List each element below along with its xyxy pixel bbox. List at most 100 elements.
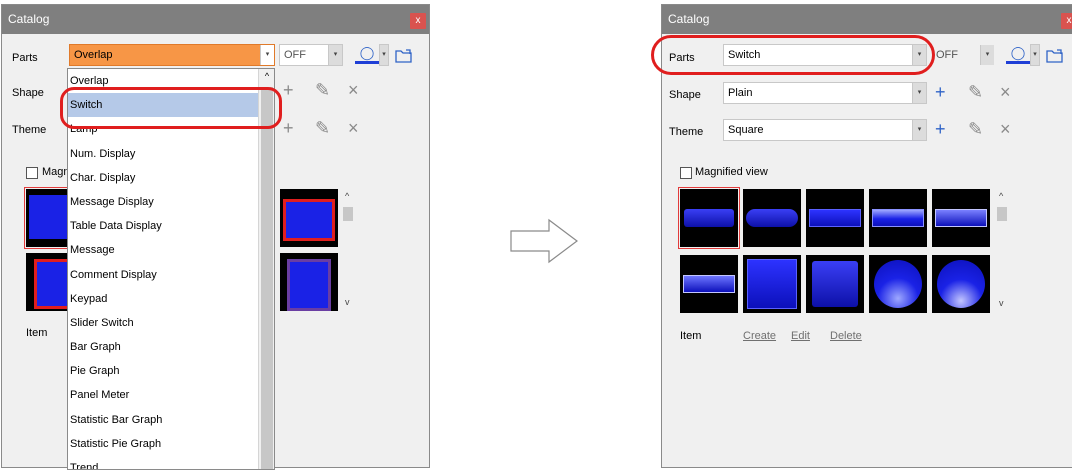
chevron-down-icon[interactable]: ▾ xyxy=(328,45,342,65)
switch-graphic xyxy=(937,260,985,308)
switch-thumb[interactable] xyxy=(680,255,738,313)
switch-thumb[interactable] xyxy=(932,255,990,313)
switch-thumb[interactable] xyxy=(806,255,864,313)
switch-thumb[interactable] xyxy=(678,187,740,249)
catalog-thumb[interactable] xyxy=(280,253,338,311)
dropdown-item[interactable]: Slider Switch xyxy=(68,311,274,335)
switch-graphic xyxy=(683,275,735,293)
dropdown-item[interactable]: Message xyxy=(68,238,274,262)
shape-label: Shape xyxy=(669,89,701,101)
thumbnail-scrollbar[interactable] xyxy=(343,207,353,221)
add-icon[interactable]: + xyxy=(283,81,294,99)
chevron-down-icon[interactable]: ▾ xyxy=(980,45,994,65)
switch-graphic xyxy=(809,209,861,227)
dropdown-item[interactable]: Bar Graph xyxy=(68,335,274,359)
scroll-down-icon[interactable]: v xyxy=(345,297,350,307)
edit-icon[interactable]: ✎ xyxy=(968,120,983,138)
parts-label: Parts xyxy=(12,52,38,64)
theme-combobox[interactable]: Square ▾ xyxy=(723,119,927,141)
thumb-graphic xyxy=(287,259,331,311)
shape-combobox-value: Plain xyxy=(728,87,753,99)
open-folder-icon[interactable] xyxy=(395,48,413,64)
theme-label: Theme xyxy=(669,126,704,138)
theme-combobox-value: Square xyxy=(728,124,764,136)
switch-graphic xyxy=(812,261,858,307)
shape-combobox[interactable]: Plain ▾ xyxy=(723,82,927,104)
state-combobox-value: OFF xyxy=(936,49,958,61)
close-button[interactable]: x xyxy=(1061,13,1072,29)
scroll-up-icon[interactable]: ^ xyxy=(259,71,274,81)
switch-thumb[interactable] xyxy=(932,189,990,247)
theme-label: Theme xyxy=(12,124,47,136)
magnified-view-checkbox[interactable] xyxy=(26,167,38,179)
switch-graphic xyxy=(747,259,797,309)
switch-thumb[interactable] xyxy=(806,189,864,247)
dropdown-item[interactable]: Statistic Bar Graph xyxy=(68,408,274,432)
edit-icon[interactable]: ✎ xyxy=(315,119,330,137)
catalog-thumb[interactable] xyxy=(280,189,338,247)
switch-graphic xyxy=(872,209,924,227)
catalog-titlebar[interactable]: Catalog x xyxy=(662,5,1072,34)
delete-icon[interactable]: × xyxy=(1000,120,1011,138)
add-icon[interactable]: + xyxy=(283,119,294,137)
dropdown-item[interactable]: Trend xyxy=(68,456,274,469)
switch-thumb[interactable] xyxy=(743,189,801,247)
close-button[interactable]: x xyxy=(410,13,426,29)
catalog-titlebar[interactable]: Catalog x xyxy=(2,5,429,34)
chevron-down-icon[interactable]: ▾ xyxy=(912,83,926,103)
dropdown-item[interactable]: Pie Graph xyxy=(68,359,274,383)
dropdown-item[interactable]: Panel Meter xyxy=(68,383,274,407)
delete-icon[interactable]: × xyxy=(348,119,359,137)
parts-combobox-value: Overlap xyxy=(74,49,113,61)
transition-arrow-icon xyxy=(510,218,578,264)
scroll-up-icon[interactable]: ^ xyxy=(345,191,349,201)
color-swatch-bar xyxy=(1006,61,1030,64)
color-swatch-bar xyxy=(355,61,379,64)
switch-thumb[interactable] xyxy=(869,255,927,313)
dropdown-item[interactable]: Char. Display xyxy=(68,166,274,190)
dropdown-item[interactable]: Keypad xyxy=(68,287,274,311)
create-link[interactable]: Create xyxy=(743,330,776,342)
edit-icon[interactable]: ✎ xyxy=(968,83,983,101)
add-icon[interactable]: + xyxy=(935,83,946,101)
delete-icon[interactable]: × xyxy=(348,81,359,99)
dropdown-item[interactable]: Table Data Display xyxy=(68,214,274,238)
catalog-title: Catalog xyxy=(8,12,50,26)
delete-icon[interactable]: × xyxy=(1000,83,1011,101)
color-button[interactable]: ◯ ▾ xyxy=(1000,44,1040,66)
edit-link[interactable]: Edit xyxy=(791,330,810,342)
edit-icon[interactable]: ✎ xyxy=(315,81,330,99)
switch-thumb[interactable] xyxy=(743,255,801,313)
switch-thumb[interactable] xyxy=(869,189,927,247)
item-label: Item xyxy=(26,327,48,339)
parts-combobox[interactable]: Overlap ▾ xyxy=(69,44,275,66)
state-combobox[interactable]: OFF ▾ xyxy=(279,44,343,66)
chevron-down-icon[interactable]: ▾ xyxy=(379,44,389,66)
delete-link[interactable]: Delete xyxy=(830,330,862,342)
switch-graphic xyxy=(874,260,922,308)
color-drop-icon: ◯ xyxy=(359,45,375,60)
scroll-down-icon[interactable]: v xyxy=(999,298,1004,308)
magnified-view-label: Magnified view xyxy=(695,166,768,178)
catalog-title: Catalog xyxy=(668,12,710,26)
dropdown-item[interactable]: Message Display xyxy=(68,190,274,214)
chevron-down-icon[interactable]: ▾ xyxy=(260,45,274,65)
dropdown-item[interactable]: Num. Display xyxy=(68,142,274,166)
dropdown-item[interactable]: Comment Display xyxy=(68,263,274,287)
parts-highlight-ring xyxy=(651,35,935,75)
scroll-up-icon[interactable]: ^ xyxy=(999,191,1003,201)
magnified-view-checkbox[interactable] xyxy=(680,167,692,179)
chevron-down-icon[interactable]: ▾ xyxy=(912,120,926,140)
add-icon[interactable]: + xyxy=(935,120,946,138)
color-button[interactable]: ◯ ▾ xyxy=(349,44,389,66)
screenshot-stage: Catalog x Parts Overlap ▾ OFF ▾ ◯ ▾ Shap… xyxy=(0,0,1072,470)
dropdown-scrollbar[interactable]: ^ xyxy=(258,69,274,469)
open-folder-icon[interactable] xyxy=(1046,48,1064,64)
dropdown-scroll-thumb[interactable] xyxy=(261,87,273,469)
switch-highlight-ring xyxy=(60,87,282,129)
state-combobox[interactable]: OFF ▾ xyxy=(931,44,995,66)
dropdown-item[interactable]: Statistic Pie Graph xyxy=(68,432,274,456)
chevron-down-icon[interactable]: ▾ xyxy=(1030,44,1040,66)
switch-graphic xyxy=(746,209,798,227)
thumbnail-scrollbar[interactable] xyxy=(997,207,1007,221)
